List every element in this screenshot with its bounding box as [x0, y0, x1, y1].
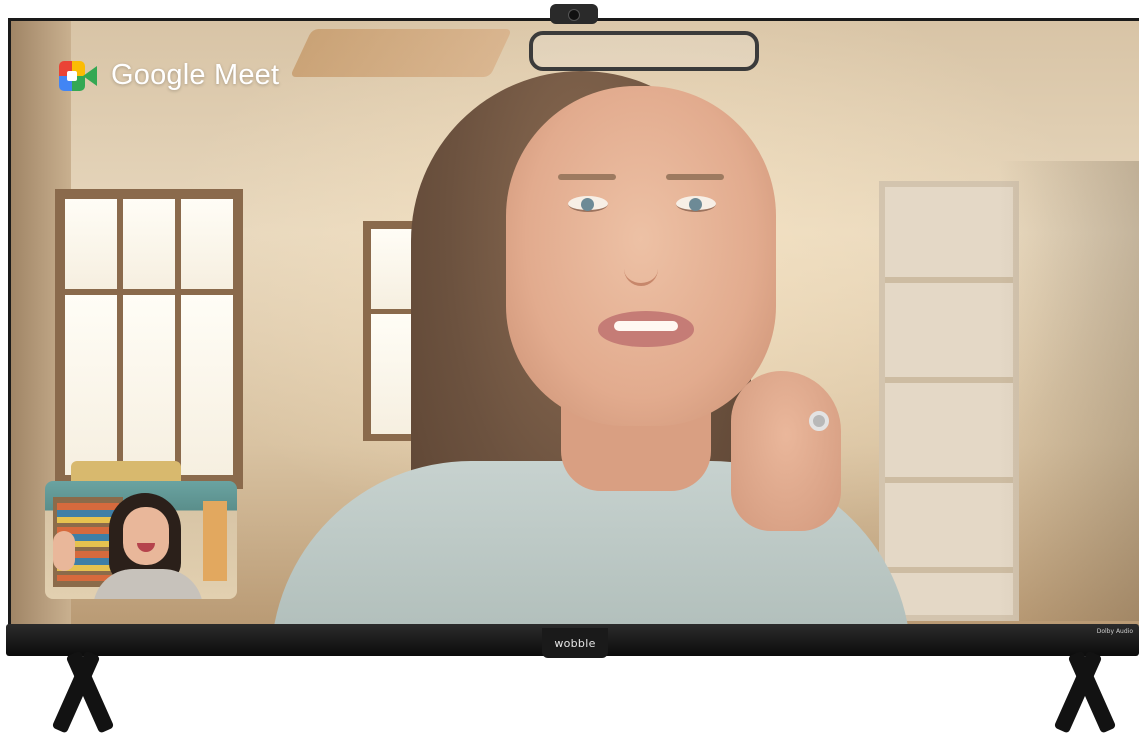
tv-brand: wobble — [554, 636, 596, 650]
participant-face — [506, 86, 776, 426]
google-meet-icon — [59, 60, 97, 91]
tv-screen: Google Meet — [8, 18, 1139, 626]
dolby-audio-badge: Dolby Audio — [1096, 628, 1133, 635]
glasses — [529, 31, 759, 71]
app-name: Google Meet — [111, 59, 280, 91]
self-view-thumbnail[interactable] — [45, 481, 237, 599]
tv-stand-right — [1048, 650, 1122, 733]
ring — [809, 411, 829, 431]
tv-stand-left — [46, 650, 120, 733]
participant-hand — [731, 371, 841, 531]
main-participant-video — [261, 31, 921, 626]
room-shadow — [999, 161, 1139, 621]
google-meet-logo: Google Meet — [59, 59, 279, 92]
webcam-icon — [550, 4, 598, 24]
room-window-left — [55, 189, 243, 489]
tv-brand-badge: wobble — [542, 628, 608, 658]
